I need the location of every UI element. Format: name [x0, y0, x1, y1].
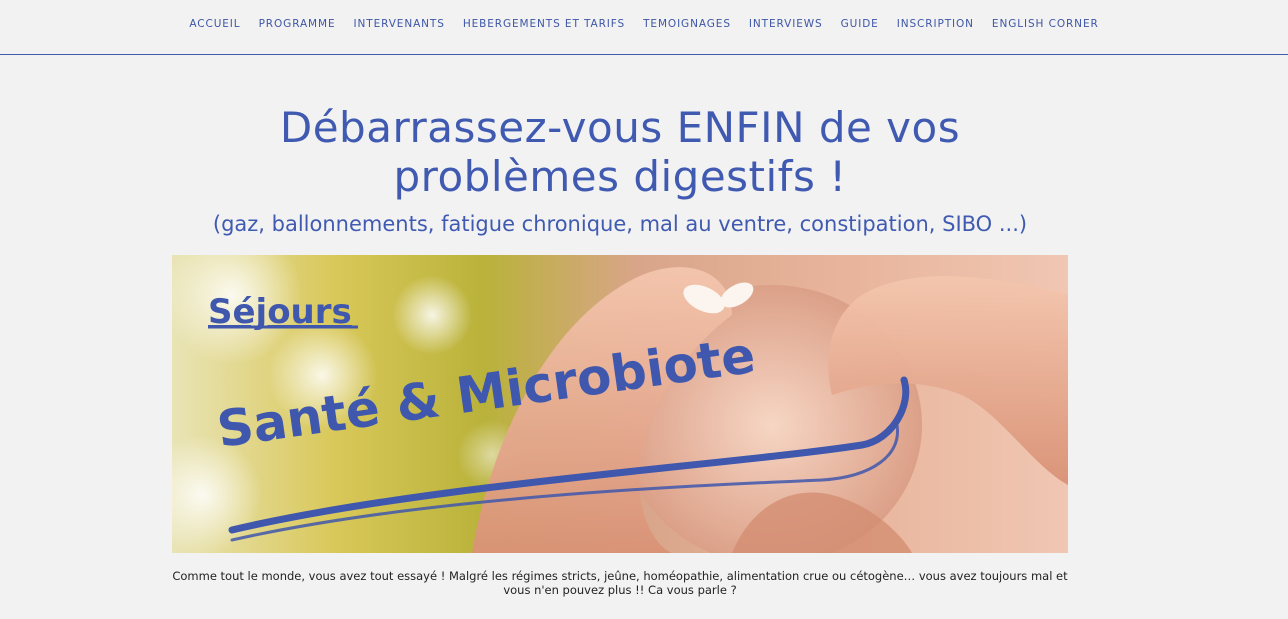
banner-artwork: Séjours Santé & Microbiote: [172, 255, 1068, 553]
nav-item-intervenants[interactable]: INTERVENANTS: [354, 18, 445, 30]
hero-banner-image: Séjours Santé & Microbiote: [172, 255, 1068, 553]
main-nav: ACCUEIL PROGRAMME INTERVENANTS HEBERGEME…: [0, 0, 1288, 48]
headline-line-2: problèmes digestifs !: [393, 152, 847, 201]
top-navigation-bar: ACCUEIL PROGRAMME INTERVENANTS HEBERGEME…: [0, 0, 1288, 55]
nav-item-inscription[interactable]: INSCRIPTION: [897, 18, 974, 30]
page-subtitle: (gaz, ballonnements, fatigue chronique, …: [212, 212, 1028, 236]
headline-line-1: Débarrassez-vous ENFIN de vos: [279, 103, 961, 152]
intro-paragraph: Comme tout le monde, vous avez tout essa…: [172, 569, 1068, 597]
nav-item-english-corner[interactable]: ENGLISH CORNER: [992, 18, 1099, 30]
nav-item-interviews[interactable]: INTERVIEWS: [749, 18, 823, 30]
nav-item-hebergements-et-tarifs[interactable]: HEBERGEMENTS ET TARIFS: [463, 18, 625, 30]
nav-item-temoignages[interactable]: TEMOIGNAGES: [643, 18, 731, 30]
nav-item-programme[interactable]: PROGRAMME: [259, 18, 336, 30]
nav-item-accueil[interactable]: ACCUEIL: [189, 18, 240, 30]
page-headline: Débarrassez-vous ENFIN de vos problèmes …: [0, 103, 1240, 201]
nav-item-guide[interactable]: GUIDE: [841, 18, 879, 30]
